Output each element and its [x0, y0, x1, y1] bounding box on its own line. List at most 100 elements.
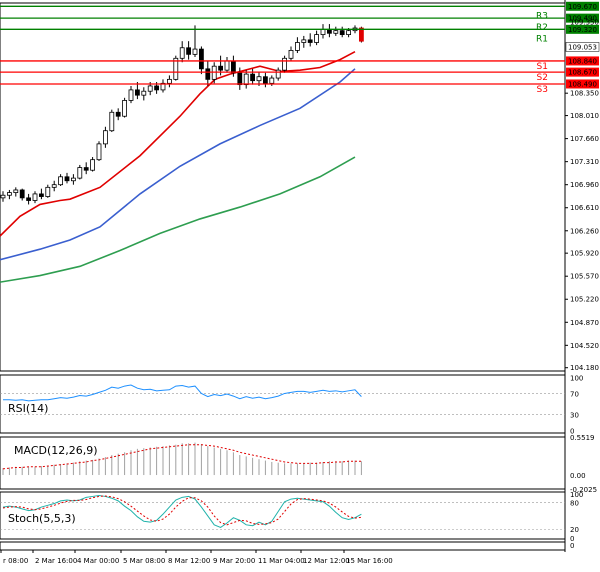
stoch-tick-label: 100	[570, 491, 583, 499]
candle-body	[154, 85, 160, 91]
sep-tick-label: 0	[570, 542, 574, 550]
pane-frame-4	[0, 541, 566, 551]
candle-body	[250, 73, 256, 82]
price-tick-label: 108.010	[570, 112, 599, 120]
price-tick-label: 107.660	[570, 135, 599, 143]
level-price-label-S3: 108.490	[568, 80, 597, 88]
candle-body	[358, 27, 364, 42]
price-tick-label: 104.180	[570, 364, 599, 372]
level-price-label-S2: 108.670	[568, 69, 597, 77]
time-tick-label: 2 Mar 16:00	[35, 557, 77, 565]
level-name-R2: R2	[536, 23, 548, 33]
time-tick-label: 12 Mar 12:00	[303, 557, 350, 565]
candle-body	[45, 186, 51, 197]
candle-body	[314, 34, 320, 43]
candle-body	[333, 30, 339, 34]
candle-body	[19, 189, 25, 199]
level-price-label-S1: 108.840	[568, 57, 597, 65]
level-name-R1: R1	[536, 34, 548, 44]
stoch-title: Stoch(5,5,3)	[8, 512, 76, 525]
candle-body	[90, 159, 95, 171]
candle-body	[346, 30, 352, 35]
candle-body	[109, 111, 115, 132]
candle-body	[262, 76, 268, 84]
rsi-tick-label: 30	[570, 412, 579, 420]
candle-body	[13, 189, 19, 193]
candle-body	[58, 176, 63, 186]
price-tick-label: 108.350	[570, 90, 599, 98]
candle-body	[77, 167, 83, 179]
candle-body	[115, 111, 121, 117]
stoch-tick-label: 80	[570, 500, 579, 508]
level-extra-price-label: 109.350	[570, 19, 599, 27]
candle-body	[71, 177, 76, 182]
candle-body	[147, 85, 153, 92]
time-tick-label: 15 Mar 16:00	[346, 557, 393, 565]
level-name-R3: R3	[536, 11, 548, 21]
candle-body	[230, 60, 236, 74]
level-price-label-R1: 109.320	[568, 26, 597, 34]
candle-body	[166, 78, 172, 84]
rsi-tick-label: 100	[570, 375, 583, 383]
level-name-S1: S1	[537, 62, 548, 72]
candle-body	[128, 89, 134, 101]
candle-body	[141, 90, 147, 96]
candle-body	[0, 194, 6, 199]
candle-body	[103, 130, 108, 145]
candle-body	[7, 192, 12, 196]
macd-title: MACD(12,26,9)	[14, 444, 98, 457]
candle-body	[301, 39, 307, 43]
candle-body	[64, 176, 70, 182]
candle-body	[211, 65, 217, 80]
candle-body	[96, 143, 102, 161]
time-tick-label: 9 Mar 20:00	[213, 557, 255, 565]
level-price-label-R3: 109.670	[568, 3, 597, 11]
pane-frame-1	[0, 374, 566, 434]
macd-tick-label: 0.5519	[570, 434, 595, 442]
candle-body	[51, 184, 57, 188]
candle-body	[186, 47, 192, 55]
price-tick-label: 106.260	[570, 227, 599, 235]
last-price-label: 109.053	[568, 43, 597, 51]
price-tick-label: 104.520	[570, 342, 599, 350]
price-tick-label: 107.310	[570, 158, 599, 166]
candle-body	[205, 68, 211, 80]
candle-body	[269, 77, 275, 84]
stoch-tick-label: 20	[570, 526, 579, 534]
price-tick-label: 105.570	[570, 273, 599, 281]
price-tick-label: 104.870	[570, 319, 599, 327]
candle-body	[198, 48, 204, 70]
price-tick-label: 105.220	[570, 296, 599, 304]
candle-body	[122, 100, 127, 117]
candle-body	[39, 193, 44, 197]
level-name-S3: S3	[537, 85, 548, 95]
price-tick-label: 106.610	[570, 204, 599, 212]
chart-window: 104.180 104.520 104.870 105.220 105.570 105.9…	[0, 0, 600, 572]
time-tick-label: r 08:00	[3, 557, 28, 565]
time-tick-label: 8 Mar 12:00	[168, 557, 210, 565]
rsi-tick-label: 70	[570, 390, 579, 398]
candle-body	[282, 57, 288, 71]
candle-body	[339, 30, 345, 35]
candle-body	[243, 73, 249, 86]
candle-body	[179, 47, 185, 59]
time-tick-label: 11 Mar 04:00	[258, 557, 305, 565]
price-tick-label: 105.920	[570, 250, 599, 258]
candle-body	[256, 76, 262, 82]
candle-body	[32, 193, 38, 201]
candle-body	[288, 49, 294, 59]
rsi-title: RSI(14)	[8, 402, 48, 415]
candle-body	[224, 60, 230, 71]
candle-body	[218, 65, 224, 71]
time-tick-label: 5 Mar 08:00	[123, 557, 165, 565]
level-name-S2: S2	[537, 73, 548, 83]
candle-body	[320, 28, 326, 35]
chart-svg: 104.180 104.520 104.870 105.220 105.570 105.9…	[0, 0, 600, 565]
macd-tick-label: 0.00	[570, 472, 586, 480]
candle-body	[134, 89, 140, 96]
candle-body	[275, 69, 281, 79]
candle-body	[192, 48, 198, 55]
candle-body	[307, 39, 313, 43]
candle-body	[294, 42, 300, 51]
pane-frame-3	[0, 491, 566, 540]
